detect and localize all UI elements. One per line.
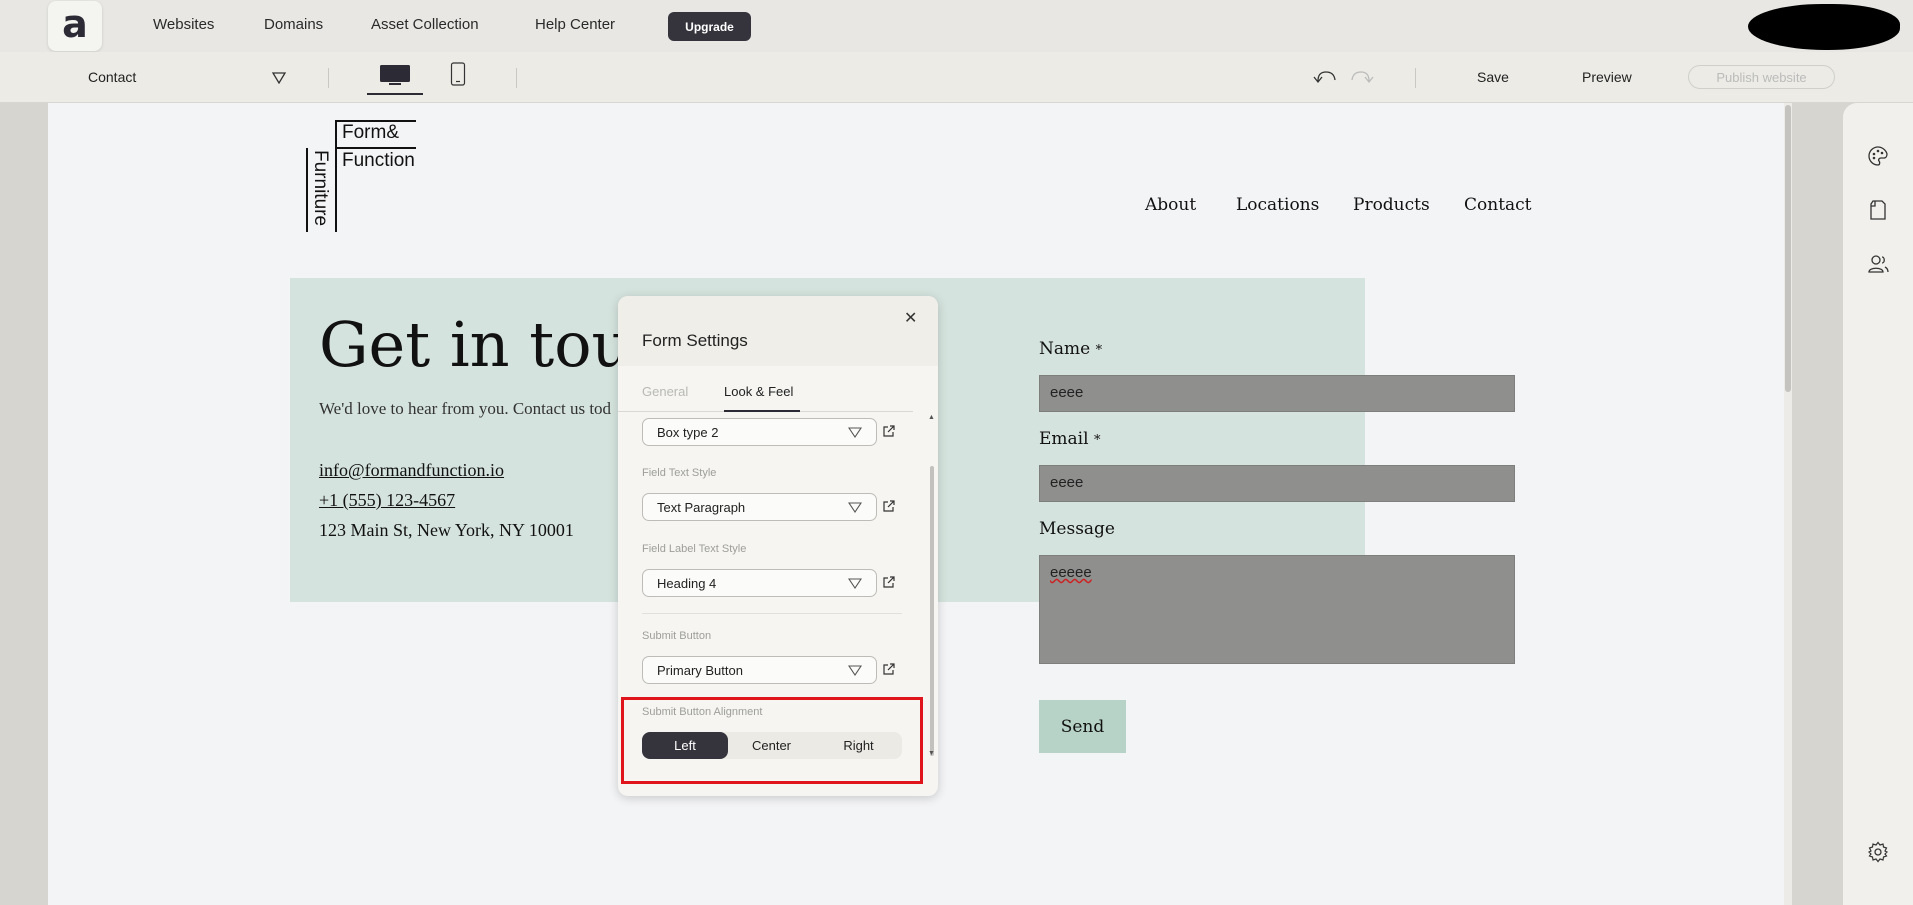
nav-websites[interactable]: Websites xyxy=(153,16,214,33)
message-field[interactable]: eeeee xyxy=(1039,555,1515,664)
mobile-icon[interactable] xyxy=(450,62,466,86)
chevron-down-icon xyxy=(848,427,862,438)
redo-icon[interactable] xyxy=(1348,68,1374,86)
active-tab-indicator xyxy=(724,410,800,412)
scroll-down-arrow-icon[interactable]: ▼ xyxy=(928,750,935,757)
toolbar-divider xyxy=(328,68,329,88)
chevron-down-icon xyxy=(848,665,862,676)
message-value: eeeee xyxy=(1050,564,1092,581)
site-nav-about[interactable]: About xyxy=(1145,195,1196,215)
contact-email-link[interactable]: info@formandfunction.io xyxy=(319,460,504,481)
nav-domains[interactable]: Domains xyxy=(264,16,323,33)
editor-toolbar: Contact Save Preview Publish website xyxy=(0,52,1913,103)
send-button[interactable]: Send xyxy=(1039,700,1126,753)
box-type-value: Box type 2 xyxy=(657,425,719,440)
palette-icon[interactable] xyxy=(1867,145,1889,167)
top-navigation: a Websites Domains Asset Collection Help… xyxy=(0,0,1913,52)
upgrade-button[interactable]: Upgrade xyxy=(668,12,751,41)
hero-subtitle: We'd love to hear from you. Contact us t… xyxy=(319,399,612,418)
logo-rule xyxy=(306,148,308,232)
hero-title: Get in touc xyxy=(319,308,667,381)
desktop-view-button[interactable] xyxy=(367,60,423,95)
submit-button-label: Submit Button xyxy=(642,630,712,642)
chevron-down-icon xyxy=(848,502,862,513)
panel-title: Form Settings xyxy=(642,331,748,350)
box-type-select[interactable]: Box type 2 xyxy=(642,418,877,446)
logo-rule xyxy=(335,147,416,149)
undo-icon[interactable] xyxy=(1313,68,1339,86)
settings-gear-icon[interactable] xyxy=(1867,841,1889,863)
section-divider xyxy=(642,613,902,614)
external-link-icon[interactable] xyxy=(882,499,896,513)
name-label-text: Name xyxy=(1039,339,1091,359)
external-link-icon[interactable] xyxy=(882,662,896,676)
field-label-text-style-label: Field Label Text Style xyxy=(642,543,747,555)
chevron-down-icon xyxy=(848,578,862,589)
name-field[interactable]: eeee xyxy=(1039,375,1515,412)
name-label: Name * xyxy=(1039,339,1102,359)
email-label-text: Email xyxy=(1039,429,1089,449)
external-link-icon[interactable] xyxy=(882,424,896,438)
highlight-box xyxy=(621,697,923,784)
nav-asset-collection[interactable]: Asset Collection xyxy=(371,16,479,33)
logo-text-furniture: Furniture xyxy=(310,150,331,227)
required-mark: * xyxy=(1093,433,1101,448)
nav-help-center[interactable]: Help Center xyxy=(535,16,615,33)
contact-address: 123 Main St, New York, NY 10001 xyxy=(319,520,574,540)
tab-look-and-feel[interactable]: Look & Feel xyxy=(724,384,793,399)
toolbar-divider xyxy=(1415,68,1416,88)
page-selector[interactable]: Contact xyxy=(88,69,136,85)
site-nav-products[interactable]: Products xyxy=(1353,195,1430,215)
users-icon[interactable] xyxy=(1867,253,1889,275)
site-nav-locations[interactable]: Locations xyxy=(1236,195,1319,215)
desktop-icon xyxy=(380,65,410,85)
preview-button[interactable]: Preview xyxy=(1582,69,1632,85)
app-logo-glyph: a xyxy=(62,2,88,46)
tab-general[interactable]: General xyxy=(642,384,688,399)
site-logo[interactable]: Form& Function Furniture xyxy=(306,120,416,232)
publish-website-button[interactable]: Publish website xyxy=(1688,65,1835,89)
logo-text-function: Function xyxy=(342,150,415,171)
logo-text-form: Form& xyxy=(342,122,399,143)
right-tool-rail xyxy=(1843,103,1913,905)
save-button[interactable]: Save xyxy=(1477,69,1509,85)
app-logo[interactable]: a xyxy=(48,1,102,51)
field-label-text-style-select[interactable]: Heading 4 xyxy=(642,569,877,597)
close-icon[interactable]: ✕ xyxy=(904,308,917,328)
field-text-style-value: Text Paragraph xyxy=(657,500,746,515)
field-text-style-label: Field Text Style xyxy=(642,467,717,479)
submit-button-style-value: Primary Button xyxy=(657,663,743,678)
contact-phone-link[interactable]: +1 (555) 123-4567 xyxy=(319,490,455,511)
page-icon[interactable] xyxy=(1867,199,1889,221)
toolbar-divider xyxy=(516,68,517,88)
site-nav-contact[interactable]: Contact xyxy=(1464,195,1532,215)
canvas-scrollbar-thumb[interactable] xyxy=(1785,105,1791,392)
panel-scrollbar-thumb[interactable] xyxy=(930,466,934,756)
submit-button-style-select[interactable]: Primary Button xyxy=(642,656,877,684)
field-text-style-select[interactable]: Text Paragraph xyxy=(642,493,877,521)
scroll-up-arrow-icon[interactable]: ▲ xyxy=(928,414,935,421)
field-label-text-style-value: Heading 4 xyxy=(657,576,717,591)
external-link-icon[interactable] xyxy=(882,575,896,589)
chevron-down-icon[interactable] xyxy=(272,72,286,84)
required-mark: * xyxy=(1095,343,1103,358)
email-label: Email * xyxy=(1039,429,1100,449)
email-field[interactable]: eeee xyxy=(1039,465,1515,502)
message-label: Message xyxy=(1039,519,1115,539)
logo-rule xyxy=(335,120,337,232)
user-avatar-redacted[interactable] xyxy=(1748,4,1900,50)
